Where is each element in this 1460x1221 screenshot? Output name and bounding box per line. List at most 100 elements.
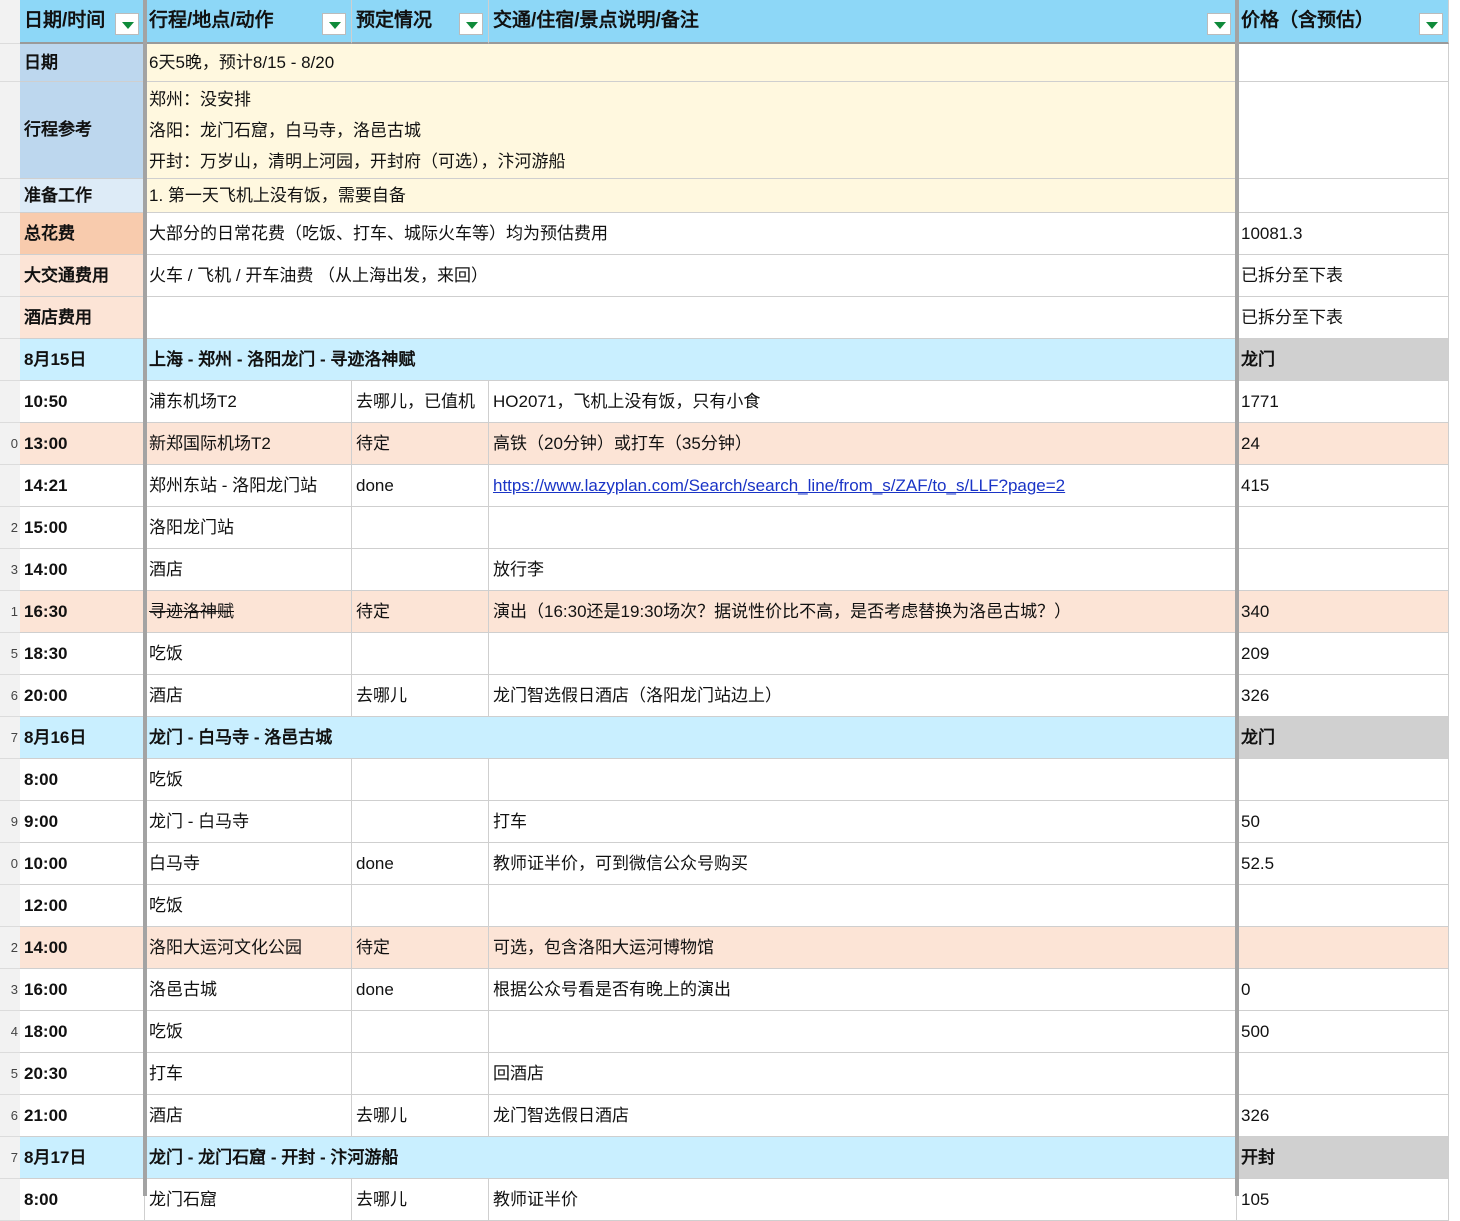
day-date[interactable]: 8月16日 <box>20 717 145 759</box>
item-note[interactable]: 演出（16:30还是19:30场次？据说性价比不高，是否考虑替换为洛邑古城？） <box>489 591 1237 633</box>
column-header[interactable]: 行程/地点/动作 <box>145 0 352 44</box>
item-status[interactable] <box>352 1011 489 1053</box>
row-number[interactable] <box>0 381 20 423</box>
item-price[interactable] <box>1237 885 1449 927</box>
item-price[interactable]: 50 <box>1237 801 1449 843</box>
item-time[interactable]: 12:00 <box>20 885 145 927</box>
info-price[interactable] <box>1237 44 1449 82</box>
item-time[interactable]: 18:00 <box>20 1011 145 1053</box>
item-status[interactable]: 待定 <box>352 423 489 465</box>
info-label[interactable]: 总花费 <box>20 213 145 255</box>
cell-text[interactable]: https://www.lazyplan.com/Search/search_l… <box>493 476 1065 496</box>
row-number[interactable]: 7 <box>0 1137 20 1179</box>
row-number[interactable]: 7 <box>0 717 20 759</box>
row-number[interactable]: 6 <box>0 1095 20 1137</box>
item-note[interactable]: 龙门智选假日酒店 <box>489 1095 1237 1137</box>
row-number[interactable] <box>0 179 20 213</box>
row-number[interactable]: 9 <box>0 801 20 843</box>
row-number[interactable]: 5 <box>0 1053 20 1095</box>
row-number[interactable] <box>0 339 20 381</box>
row-number[interactable] <box>0 297 20 339</box>
row-number[interactable] <box>0 44 20 82</box>
row-number[interactable] <box>0 465 20 507</box>
info-label[interactable]: 日期 <box>20 44 145 82</box>
item-note[interactable]: https://www.lazyplan.com/Search/search_l… <box>489 465 1237 507</box>
day-route[interactable]: 龙门 - 白马寺 - 洛邑古城 <box>145 717 1237 759</box>
item-status[interactable] <box>352 1053 489 1095</box>
item-status[interactable]: 去哪儿 <box>352 1179 489 1221</box>
item-price[interactable]: 326 <box>1237 1095 1449 1137</box>
item-note[interactable] <box>489 507 1237 549</box>
item-price[interactable]: 340 <box>1237 591 1449 633</box>
item-note[interactable] <box>489 633 1237 675</box>
item-note[interactable]: 教师证半价，可到微信公众号购买 <box>489 843 1237 885</box>
filter-dropdown-icon[interactable] <box>322 13 346 35</box>
item-place[interactable]: 寻迹洛神赋 <box>145 591 352 633</box>
info-content[interactable]: 6天5晚，预计8/15 - 8/20 <box>145 44 1237 82</box>
info-price[interactable]: 10081.3 <box>1237 213 1449 255</box>
info-label[interactable]: 酒店费用 <box>20 297 145 339</box>
item-time[interactable]: 21:00 <box>20 1095 145 1137</box>
item-status[interactable]: 待定 <box>352 927 489 969</box>
row-number[interactable] <box>0 0 20 44</box>
item-status[interactable]: 去哪儿，已值机 <box>352 381 489 423</box>
day-city[interactable]: 龙门 <box>1237 717 1449 759</box>
info-price[interactable]: 已拆分至下表 <box>1237 297 1449 339</box>
row-number[interactable] <box>0 885 20 927</box>
row-number[interactable]: 2 <box>0 927 20 969</box>
row-number[interactable] <box>0 759 20 801</box>
item-status[interactable]: done <box>352 465 489 507</box>
column-header[interactable]: 日期/时间 <box>20 0 145 44</box>
day-city[interactable]: 龙门 <box>1237 339 1449 381</box>
item-place[interactable]: 打车 <box>145 1053 352 1095</box>
item-status[interactable] <box>352 549 489 591</box>
row-number[interactable] <box>0 213 20 255</box>
item-time[interactable]: 14:00 <box>20 927 145 969</box>
row-number[interactable]: 1 <box>0 591 20 633</box>
day-route[interactable]: 龙门 - 龙门石窟 - 开封 - 汴河游船 <box>145 1137 1237 1179</box>
item-price[interactable]: 1771 <box>1237 381 1449 423</box>
item-status[interactable]: 去哪儿 <box>352 675 489 717</box>
item-price[interactable] <box>1237 927 1449 969</box>
day-date[interactable]: 8月15日 <box>20 339 145 381</box>
item-place[interactable]: 郑州东站 - 洛阳龙门站 <box>145 465 352 507</box>
item-note[interactable]: HO2071，飞机上没有饭，只有小食 <box>489 381 1237 423</box>
frozen-column-divider[interactable] <box>1235 0 1239 1196</box>
item-time[interactable]: 9:00 <box>20 801 145 843</box>
item-note[interactable]: 回酒店 <box>489 1053 1237 1095</box>
item-price[interactable] <box>1237 507 1449 549</box>
item-note[interactable] <box>489 885 1237 927</box>
row-number[interactable]: 3 <box>0 549 20 591</box>
info-label[interactable]: 大交通费用 <box>20 255 145 297</box>
item-place[interactable]: 新郑国际机场T2 <box>145 423 352 465</box>
item-note[interactable]: 高铁（20分钟）或打车（35分钟） <box>489 423 1237 465</box>
frozen-column-divider[interactable] <box>143 0 147 1196</box>
item-time[interactable]: 14:00 <box>20 549 145 591</box>
row-number[interactable]: 4 <box>0 1011 20 1053</box>
item-status[interactable] <box>352 801 489 843</box>
item-time[interactable]: 13:00 <box>20 423 145 465</box>
item-time[interactable]: 20:30 <box>20 1053 145 1095</box>
item-time[interactable]: 18:30 <box>20 633 145 675</box>
item-note[interactable]: 龙门智选假日酒店（洛阳龙门站边上） <box>489 675 1237 717</box>
row-number[interactable]: 5 <box>0 633 20 675</box>
item-time[interactable]: 20:00 <box>20 675 145 717</box>
item-status[interactable]: done <box>352 843 489 885</box>
info-price[interactable] <box>1237 82 1449 179</box>
info-price[interactable] <box>1237 179 1449 213</box>
day-route[interactable]: 上海 - 郑州 - 洛阳龙门 - 寻迹洛神赋 <box>145 339 1237 381</box>
day-city[interactable]: 开封 <box>1237 1137 1449 1179</box>
item-status[interactable]: done <box>352 969 489 1011</box>
info-content[interactable]: 郑州：没安排 洛阳：龙门石窟，白马寺，洛邑古城 开封：万岁山，清明上河园，开封府（可… <box>145 82 1237 179</box>
item-price[interactable]: 209 <box>1237 633 1449 675</box>
item-status[interactable]: 去哪儿 <box>352 1095 489 1137</box>
item-time[interactable]: 14:21 <box>20 465 145 507</box>
item-status[interactable] <box>352 633 489 675</box>
item-place[interactable]: 吃饭 <box>145 759 352 801</box>
item-price[interactable]: 52.5 <box>1237 843 1449 885</box>
item-time[interactable]: 15:00 <box>20 507 145 549</box>
item-place[interactable]: 酒店 <box>145 549 352 591</box>
item-price[interactable]: 24 <box>1237 423 1449 465</box>
item-note[interactable]: 打车 <box>489 801 1237 843</box>
info-content[interactable]: 火车 / 飞机 / 开车油费 （从上海出发，来回） <box>145 255 1237 297</box>
